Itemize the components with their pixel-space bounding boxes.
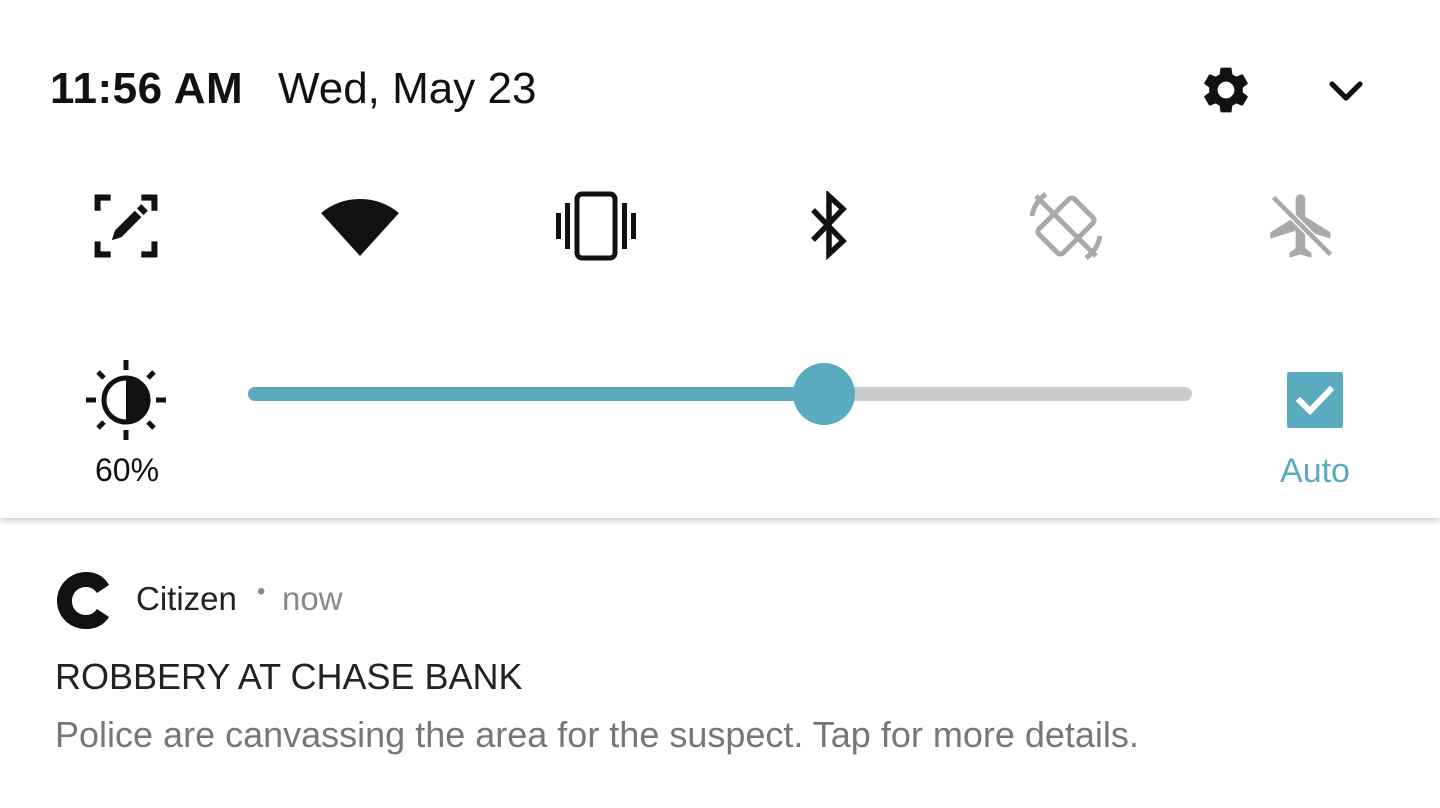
tile-vibrate[interactable] [554, 186, 638, 270]
notification-title: ROBBERY AT CHASE BANK [55, 656, 523, 697]
chevron-down-icon[interactable] [1322, 66, 1370, 119]
notification-time: now [282, 580, 343, 617]
auto-brightness-checkbox[interactable] [1287, 372, 1343, 428]
screen-cast-edit-icon [91, 191, 161, 266]
brightness-icon [84, 358, 168, 447]
notification-separator: • [257, 578, 266, 605]
wifi-icon [319, 193, 401, 264]
tile-auto-rotate[interactable] [1024, 186, 1108, 270]
tile-bluetooth[interactable] [788, 186, 872, 270]
tile-wifi[interactable] [318, 186, 402, 270]
airplane-mode-icon [1264, 188, 1340, 269]
brightness-percent: 60% [94, 452, 160, 488]
brightness-control: 60% Auto [0, 352, 1440, 492]
clock-time: 11:56 AM [50, 64, 244, 113]
gear-icon[interactable] [1198, 62, 1254, 123]
auto-rotate-icon [1026, 186, 1106, 271]
slider-fill [248, 387, 824, 401]
quick-tiles [0, 186, 1440, 270]
tile-airplane-mode[interactable] [1260, 186, 1344, 270]
notification-card[interactable]: Citizen • now ROBBERY AT CHASE BANK Poli… [0, 518, 1440, 808]
notification-app-name: Citizen [136, 580, 237, 617]
tile-screen-cast[interactable] [84, 186, 168, 270]
bluetooth-icon [805, 189, 855, 266]
status-header: 11:56 AM Wed, May 23 [0, 56, 1440, 120]
citizen-logo-icon [56, 571, 114, 634]
slider-thumb[interactable] [792, 363, 855, 425]
notification-body: Police are canvassing the area for the s… [55, 714, 1139, 755]
quick-settings-panel: 11:56 AM Wed, May 23 60% Auto [0, 0, 1440, 518]
brightness-slider[interactable] [248, 363, 1192, 425]
date-label[interactable]: Wed, May 23 [278, 64, 536, 114]
vibrate-icon [554, 191, 638, 266]
auto-brightness-label[interactable]: Auto [1260, 452, 1370, 491]
